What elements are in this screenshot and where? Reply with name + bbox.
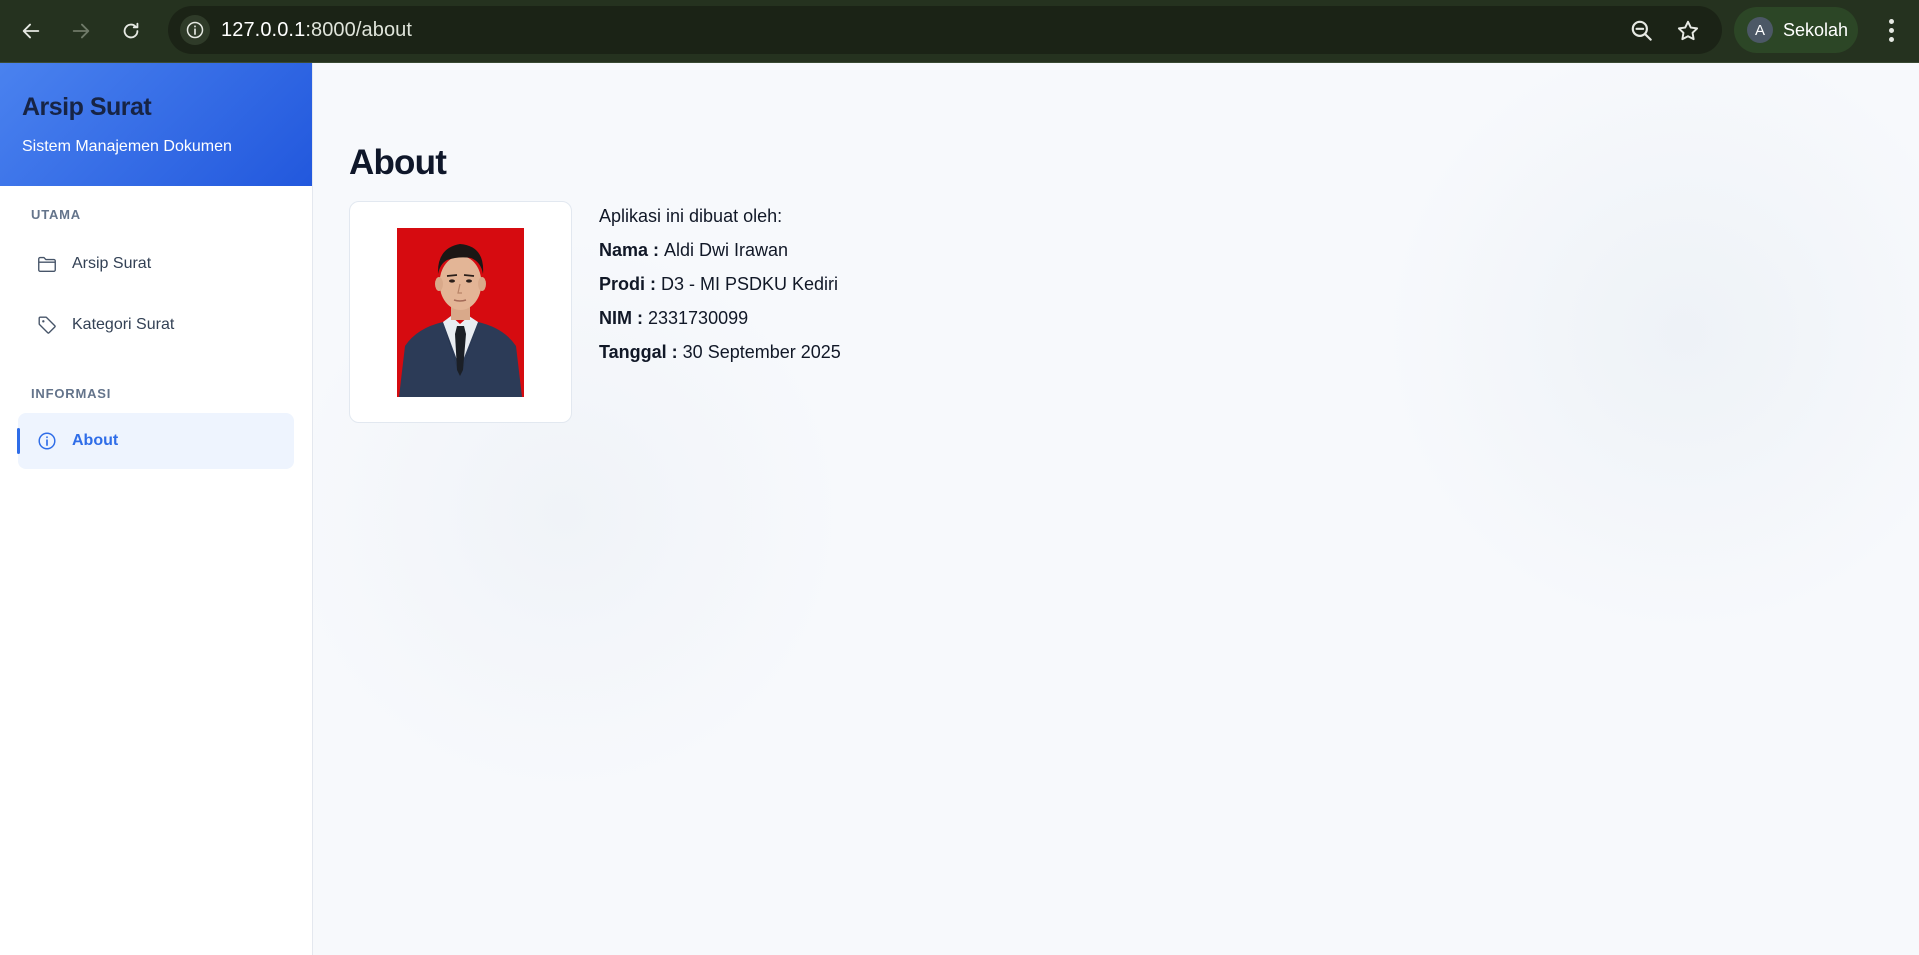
author-intro: Aplikasi ini dibuat oleh: [599, 206, 783, 226]
author-info: Aplikasi ini dibuat oleh: Nama : Aldi Dw… [599, 203, 841, 373]
field-label: NIM [599, 308, 632, 328]
field-value: 30 September 2025 [682, 342, 841, 362]
main-content: About Aplikasi ini dibuat oleh: Nama: A… [314, 63, 1919, 955]
sidebar-item-about[interactable]: About [17, 413, 294, 469]
author-date: Tanggal : 30 September 2025 [599, 339, 841, 373]
brand-subtitle: Sistem Manajemen Dokumen [22, 138, 232, 155]
folder-icon [38, 256, 56, 273]
tag-icon [38, 316, 56, 334]
author-name: Nama : Aldi Dwi Irawan [599, 237, 841, 271]
url-text[interactable]: 127.0.0.1:8000/about [221, 19, 412, 42]
field-value: 2331730099 [648, 308, 749, 328]
field-separator: : [645, 274, 662, 294]
brand-title: Arsip Surat [22, 93, 152, 121]
sidebar-item-label: Kategori Surat [72, 316, 175, 333]
profile-photo [397, 228, 524, 397]
sidebar-item-kategori-surat[interactable]: Kategori Surat [18, 297, 294, 353]
field-value: D3 - MI PSDKU Kediri [661, 274, 839, 294]
dot-icon [1888, 27, 1894, 33]
reload-button[interactable] [112, 12, 150, 50]
arrow-right-icon [72, 23, 90, 39]
field-label: Nama [599, 240, 649, 260]
reload-icon [123, 22, 139, 39]
field-label: Prodi [599, 274, 646, 294]
section-label-informasi: INFORMASI [31, 386, 112, 401]
sidebar-item-label: Arsip Surat [72, 255, 152, 272]
arrow-left-icon [22, 23, 40, 39]
dot-icon [1888, 36, 1894, 42]
back-button[interactable] [12, 12, 50, 50]
browser-menu-button[interactable] [1876, 14, 1906, 46]
url-host: 127.0.0.1 [221, 19, 306, 41]
profile-name: Sekolah [1783, 19, 1849, 40]
forward-button[interactable] [62, 12, 100, 50]
field-separator: : [648, 240, 665, 260]
info-icon [186, 21, 204, 39]
page-title: About [349, 143, 447, 182]
field-separator: : [666, 342, 683, 362]
section-label-utama: UTAMA [31, 207, 81, 222]
zoom-out-icon[interactable] [1629, 18, 1655, 44]
sidebar-item-arsip-surat[interactable]: Arsip Surat [18, 236, 294, 292]
avatar: A [1747, 17, 1773, 43]
photo-card [349, 201, 572, 423]
person-portrait-icon [399, 244, 522, 397]
field-separator: : [632, 308, 648, 328]
dot-icon [1888, 18, 1894, 24]
author-nim: NIM : 2331730099 [599, 305, 841, 339]
sidebar-item-label: About [72, 432, 119, 449]
author-prodi: Prodi : D3 - MI PSDKU Kediri [599, 271, 841, 305]
address-bar[interactable]: 127.0.0.1:8000/about [168, 6, 1722, 54]
active-indicator [17, 428, 20, 454]
info-icon [38, 432, 56, 450]
site-info-button[interactable] [180, 15, 210, 45]
field-label: Tanggal [599, 342, 667, 362]
sidebar-brand: Arsip Surat Sistem Manajemen Dokumen [0, 63, 312, 186]
browser-toolbar: 127.0.0.1:8000/about A Sekolah [0, 0, 1919, 63]
url-path: :8000/about [305, 19, 413, 41]
field-value: Aldi Dwi Irawan [664, 240, 789, 260]
sidebar: Arsip Surat Sistem Manajemen Dokumen UTA… [0, 63, 313, 955]
star-icon[interactable] [1675, 18, 1701, 44]
profile-button[interactable]: A Sekolah [1734, 7, 1858, 53]
